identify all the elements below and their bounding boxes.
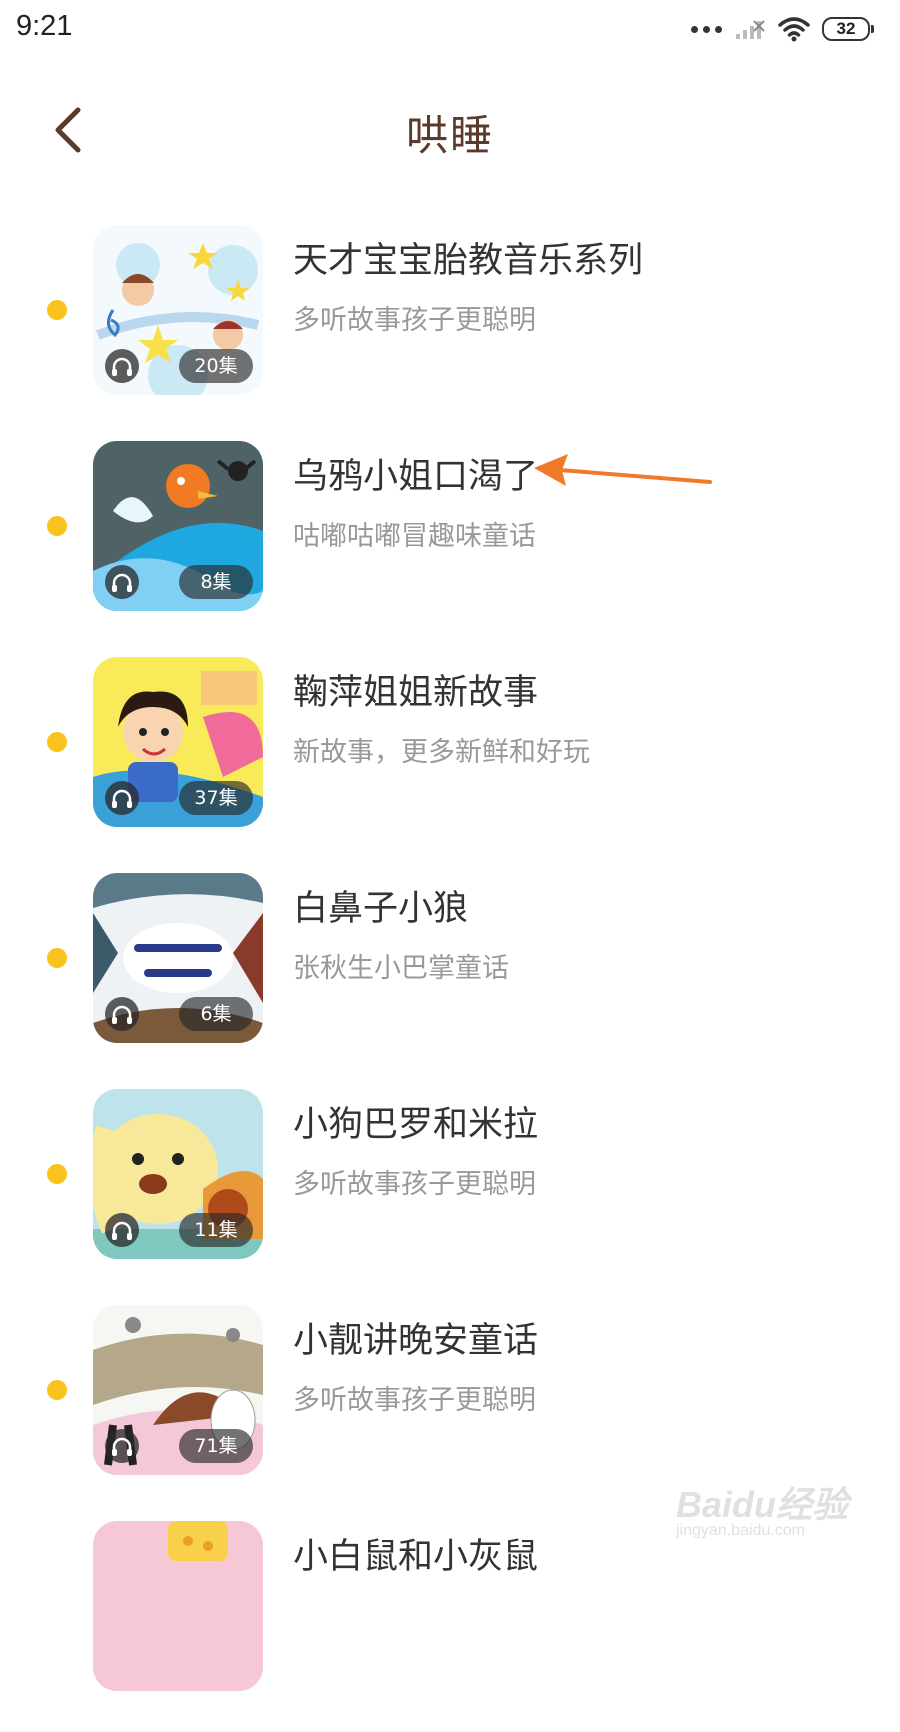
headphone-icon <box>105 565 139 599</box>
status-time: 9:21 <box>16 10 73 42</box>
item-subtitle: 多听故事孩子更聪明 <box>293 1385 536 1416</box>
cover-image[interactable]: 8集 <box>93 441 263 611</box>
item-title: 小狗巴罗和米拉 <box>293 1105 539 1145</box>
cover-art <box>93 1521 263 1691</box>
wifi-icon <box>778 17 810 42</box>
list-item[interactable]: 37集 鞠萍姐姐新故事 新故事，更多新鲜和好玩 <box>0 652 900 868</box>
bullet-dot <box>47 1164 67 1184</box>
more-dots-icon <box>691 25 722 33</box>
headphone-icon <box>105 1429 139 1463</box>
headphone-icon <box>105 781 139 815</box>
item-subtitle: 咕嘟咕嘟冒趣味童话 <box>293 521 536 552</box>
status-icons: 32 <box>691 14 874 44</box>
signal-icon <box>736 20 765 39</box>
cover-image[interactable] <box>93 1521 263 1691</box>
bullet-dot <box>47 948 67 968</box>
item-subtitle: 多听故事孩子更聪明 <box>293 305 536 336</box>
bullet-dot <box>47 300 67 320</box>
item-title: 小靓讲晚安童话 <box>293 1321 539 1361</box>
item-subtitle: 多听故事孩子更聪明 <box>293 1169 536 1200</box>
bullet-dot <box>47 516 67 536</box>
item-subtitle: 张秋生小巴掌童话 <box>293 953 509 984</box>
watermark-text: Baidu经验 <box>676 1484 849 1525</box>
list-item[interactable]: 20集 天才宝宝胎教音乐系列 多听故事孩子更聪明 <box>0 220 900 436</box>
watermark: Baidu经验 jingyan.baidu.com <box>676 1468 856 1558</box>
list-item[interactable]: 11集 小狗巴罗和米拉 多听故事孩子更聪明 <box>0 1084 900 1300</box>
headphone-icon <box>105 997 139 1031</box>
episode-count: 71集 <box>179 1429 253 1463</box>
item-title: 乌鸦小姐口渴了 <box>293 457 539 497</box>
header: 哄睡 <box>0 80 900 180</box>
headphone-icon <box>105 349 139 383</box>
cover-image[interactable]: 37集 <box>93 657 263 827</box>
bullet-dot <box>47 1380 67 1400</box>
annotation-arrow-icon <box>534 454 712 486</box>
cover-image[interactable]: 11集 <box>93 1089 263 1259</box>
list-item[interactable]: 8集 乌鸦小姐口渴了 咕嘟咕嘟冒趣味童话 <box>0 436 900 652</box>
episode-count: 20集 <box>179 349 253 383</box>
episode-count: 8集 <box>179 565 253 599</box>
headphone-icon <box>105 1213 139 1247</box>
watermark-url: jingyan.baidu.com <box>676 1522 805 1539</box>
episode-count: 11集 <box>179 1213 253 1247</box>
cover-image[interactable]: 6集 <box>93 873 263 1043</box>
item-subtitle: 新故事，更多新鲜和好玩 <box>293 737 590 768</box>
bullet-dot <box>47 732 67 752</box>
episode-count: 6集 <box>179 997 253 1031</box>
cover-image[interactable]: 71集 <box>93 1305 263 1475</box>
list-item[interactable]: 6集 白鼻子小狼 张秋生小巴掌童话 <box>0 868 900 1084</box>
item-title: 小白鼠和小灰鼠 <box>293 1537 539 1577</box>
item-title: 鞠萍姐姐新故事 <box>293 673 539 713</box>
cover-image[interactable]: 20集 <box>93 225 263 395</box>
status-bar: 9:21 32 <box>0 0 900 60</box>
item-title: 白鼻子小狼 <box>293 889 469 929</box>
page-title: 哄睡 <box>405 111 494 160</box>
battery-indicator: 32 <box>822 17 874 41</box>
episode-count: 37集 <box>179 781 253 815</box>
item-title: 天才宝宝胎教音乐系列 <box>293 241 644 281</box>
